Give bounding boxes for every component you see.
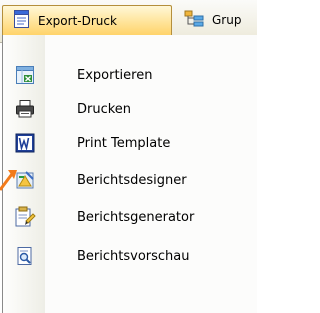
menu-item-berichtsdesigner[interactable]: Berichtsdesigner <box>3 163 257 197</box>
menu-item-label: Exportieren <box>77 67 153 83</box>
menu-item-label: Drucken <box>77 101 132 117</box>
menu-item-label: Berichtsgenerator <box>77 209 195 225</box>
menu-item-exportieren[interactable]: Exportieren <box>3 58 257 92</box>
menu-item-berichtsvorschau[interactable]: Berichtsvorschau <box>3 239 257 273</box>
menu-item-label: Print Template <box>77 135 171 151</box>
menu-item-print-template[interactable]: Print Template <box>3 126 257 160</box>
menu-item-label: Berichtsdesigner <box>77 172 187 188</box>
report-preview-icon <box>13 244 37 268</box>
gruppe-button[interactable]: Grup <box>180 5 270 35</box>
export-document-icon <box>12 9 32 32</box>
menu-item-label: Berichtsvorschau <box>77 248 190 264</box>
export-druck-button[interactable]: Export-Druck <box>2 5 172 35</box>
export-druck-label: Export-Druck <box>38 13 117 28</box>
excel-export-icon <box>13 63 37 87</box>
group-icon <box>184 9 206 32</box>
gruppe-label: Grup <box>212 13 242 27</box>
orange-arrow-icon <box>0 168 20 192</box>
menu-item-drucken[interactable]: Drucken <box>3 92 257 126</box>
word-template-icon <box>13 131 37 155</box>
menu-item-berichtsgenerator[interactable]: Berichtsgenerator <box>3 200 257 234</box>
printer-icon <box>13 97 37 121</box>
export-druck-dropdown-menu: Exportieren Drucken Print Template Beric… <box>2 35 257 313</box>
report-generator-icon <box>13 205 37 229</box>
